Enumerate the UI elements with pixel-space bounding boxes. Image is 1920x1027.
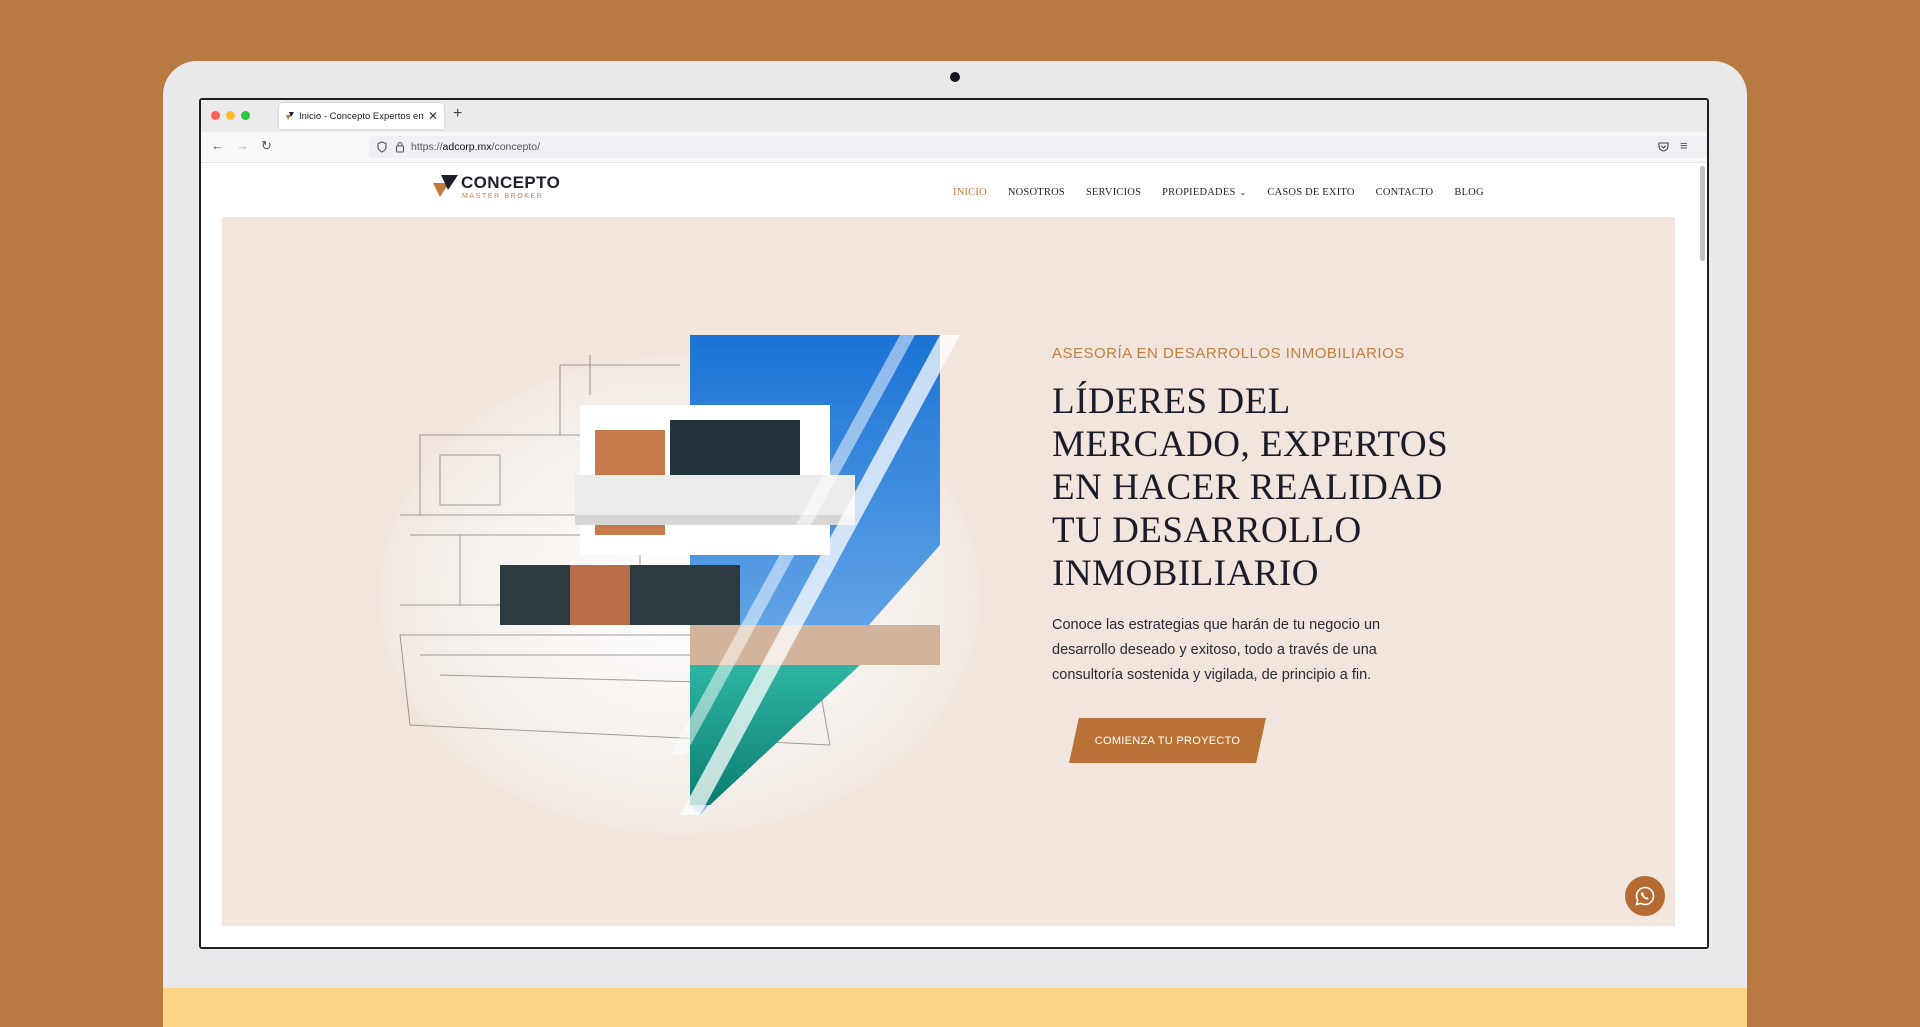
back-icon[interactable]: ← (211, 138, 224, 154)
house-illustration (380, 335, 980, 835)
url-text: https://adcorp.mx/concepto/ (411, 141, 540, 153)
nav-item-nosotros[interactable]: NOSOTROS (1008, 187, 1065, 198)
laptop-base (163, 988, 1747, 1027)
site-header: CONCEPTO MASTER BROKER INICIO NOSOTROS S… (201, 163, 1707, 217)
reload-icon[interactable]: ↻ (261, 138, 272, 154)
tab-title: Inicio - Concepto Expertos en D (299, 110, 424, 122)
menu-icon[interactable]: ≡ (1680, 138, 1688, 154)
hero-text: ASESORÍA EN DESARROLLOS INMOBILIARIOS LÍ… (1052, 345, 1472, 763)
browser-tab[interactable]: Inicio - Concepto Expertos en D ✕ (279, 103, 444, 129)
lock-icon (395, 141, 405, 153)
close-tab-icon[interactable]: ✕ (428, 109, 438, 123)
hero-headline: LÍDERES DEL MERCADO, EXPERTOS EN HACER R… (1052, 380, 1472, 595)
nav-item-contacto[interactable]: CONTACTO (1376, 187, 1434, 198)
laptop-frame: Inicio - Concepto Expertos en D ✕ + ← → … (163, 61, 1747, 1027)
new-tab-button[interactable]: + (453, 105, 462, 123)
headline-line: MERCADO, EXPERTOS (1052, 424, 1449, 465)
nav-item-casos-de-exito[interactable]: CASOS DE EXITO (1267, 187, 1354, 198)
headline-line: TU DESARROLLO (1052, 510, 1362, 551)
url-bar[interactable]: https://adcorp.mx/concepto/ ☆ (369, 136, 1707, 158)
nav-item-servicios[interactable]: SERVICIOS (1086, 187, 1141, 198)
whatsapp-icon (1635, 886, 1655, 906)
favicon-icon (286, 112, 294, 120)
browser-window: Inicio - Concepto Expertos en D ✕ + ← → … (201, 100, 1707, 947)
headline-line: INMOBILIARIO (1052, 553, 1320, 594)
hero-section: ASESORÍA EN DESARROLLOS INMOBILIARIOS LÍ… (222, 217, 1675, 926)
maximize-window-button[interactable] (241, 111, 250, 120)
whatsapp-button[interactable] (1625, 876, 1665, 916)
browser-tab-bar: Inicio - Concepto Expertos en D ✕ + (201, 100, 1707, 132)
forward-icon[interactable]: → (236, 138, 249, 154)
logo-name: CONCEPTO (461, 173, 561, 192)
nav-item-propiedades[interactable]: PROPIEDADES ⌄ (1162, 187, 1246, 198)
window-controls (211, 111, 250, 120)
page-scrollbar[interactable] (1700, 166, 1705, 261)
hero-eyebrow: ASESORÍA EN DESARROLLOS INMOBILIARIOS (1052, 345, 1405, 362)
headline-line: EN HACER REALIDAD (1052, 467, 1443, 508)
logo-tagline: MASTER BROKER (462, 193, 544, 200)
chevron-down-icon: ⌄ (1239, 188, 1247, 197)
main-nav: INICIO NOSOTROS SERVICIOS PROPIEDADES ⌄ C… (953, 187, 1484, 198)
site-logo[interactable]: CONCEPTO MASTER BROKER (433, 173, 573, 203)
logo-mark-icon (433, 175, 458, 197)
shield-icon (377, 141, 387, 153)
headline-line: LÍDERES DEL (1052, 381, 1291, 422)
pocket-icon[interactable] (1658, 142, 1669, 152)
minimize-window-button[interactable] (226, 111, 235, 120)
hero-body: Conoce las estrategias que harán de tu n… (1052, 617, 1381, 683)
camera-icon (950, 72, 960, 82)
close-window-button[interactable] (211, 111, 220, 120)
browser-toolbar: ← → ↻ https://adcorp.mx/concepto/ ☆ (201, 132, 1707, 163)
start-project-button[interactable]: COMIENZA TU PROYECTO (1069, 718, 1266, 763)
nav-item-inicio[interactable]: INICIO (953, 187, 987, 198)
laptop-screen: Inicio - Concepto Expertos en D ✕ + ← → … (199, 98, 1709, 949)
nav-item-blog[interactable]: BLOG (1454, 187, 1483, 198)
